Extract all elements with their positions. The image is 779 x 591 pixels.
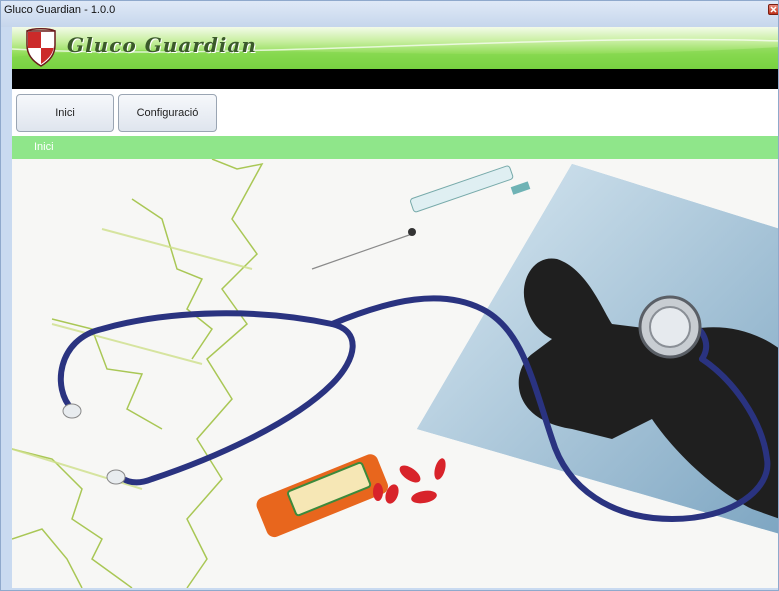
tab-strip: Inici Configuració [12,89,778,136]
header-separator [12,69,778,89]
tab-inici[interactable]: Inici [16,94,114,132]
app-title: Gluco Guardian [67,33,257,57]
ecg-highlights [12,228,253,490]
section-header: Inici [12,136,778,159]
close-icon[interactable] [768,4,778,15]
silhouette-card [417,164,778,534]
app-banner: Gluco Guardian [12,27,778,69]
stethoscope-chestpiece [638,295,702,359]
ecg-traces [12,159,264,588]
hero-image [12,159,778,588]
app-window: Gluco Guardian - 1.0.0 Gluco Guardian In… [0,0,779,591]
section-title: Inici [34,141,54,153]
pill-bottle-illustration [256,454,388,538]
stethoscope-earpieces [62,403,126,485]
window-title: Gluco Guardian - 1.0.0 [4,4,116,16]
shield-logo-icon [26,28,56,67]
tab-configuracio[interactable]: Configuració [118,94,217,132]
medical-illustration [12,159,778,588]
title-bar[interactable]: Gluco Guardian - 1.0.0 [1,1,778,27]
syringe-illustration [311,165,531,270]
